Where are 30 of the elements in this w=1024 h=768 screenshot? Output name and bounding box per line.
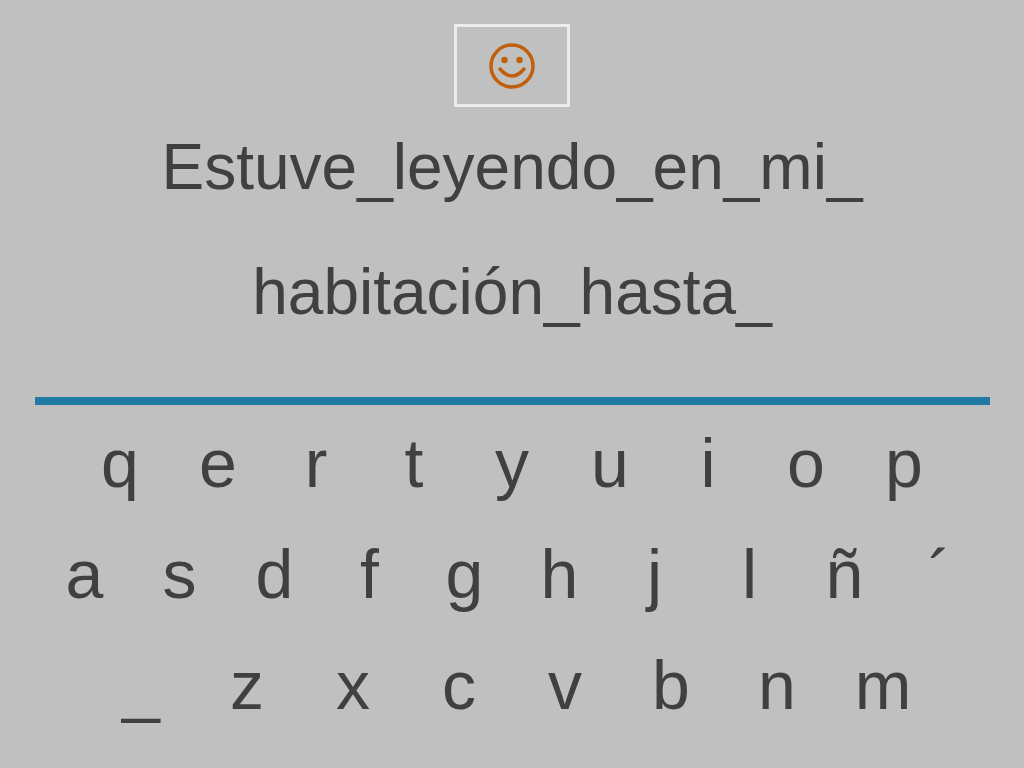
letter-key[interactable]: v	[512, 645, 618, 725]
letter-key[interactable]: t	[365, 423, 463, 503]
letter-key[interactable]: j	[607, 534, 702, 614]
letter-key[interactable]: c	[406, 645, 512, 725]
letter-key[interactable]: l	[702, 534, 797, 614]
letter-key[interactable]: o	[757, 423, 855, 503]
letter-key[interactable]: m	[830, 645, 936, 725]
letter-key[interactable]: u	[561, 423, 659, 503]
sentence-line: Estuve_leyendo_en_mi_	[161, 131, 863, 203]
letter-key[interactable]: x	[300, 645, 406, 725]
letter-key[interactable]: n	[724, 645, 830, 725]
letter-key[interactable]: i	[659, 423, 757, 503]
letter-key[interactable]: e	[169, 423, 267, 503]
letter-key[interactable]: _	[88, 645, 194, 725]
letter-key[interactable]: b	[618, 645, 724, 725]
letter-key[interactable]: a	[37, 534, 132, 614]
letter-key[interactable]: f	[322, 534, 417, 614]
letter-key[interactable]: y	[463, 423, 561, 503]
letter-key[interactable]: g	[417, 534, 512, 614]
letter-key[interactable]: ´	[892, 534, 987, 614]
letter-key[interactable]: ñ	[797, 534, 892, 614]
smiley-icon	[487, 40, 537, 91]
letter-key[interactable]: z	[194, 645, 300, 725]
letter-key[interactable]: s	[132, 534, 227, 614]
letter-key[interactable]: q	[71, 423, 169, 503]
letter-key[interactable]: d	[227, 534, 322, 614]
letter-key[interactable]: p	[855, 423, 953, 503]
letter-key[interactable]: r	[267, 423, 365, 503]
letter-key[interactable]: h	[512, 534, 607, 614]
sentence-line: habitación_hasta_	[252, 256, 772, 328]
